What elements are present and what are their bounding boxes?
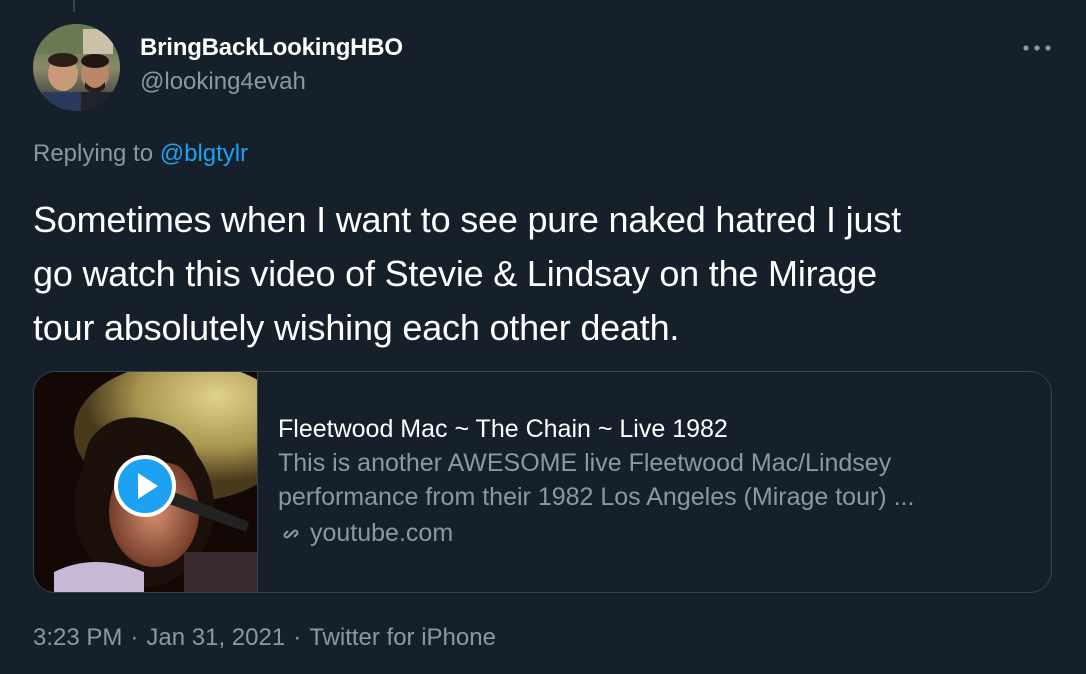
card-description-line: This is another AWESOME live Fleetwood M… [278,449,892,477]
author-handle[interactable]: @looking4evah [140,68,306,96]
tweet-text-line: Sometimes when I want to see pure naked … [33,199,901,240]
video-thumbnail[interactable] [34,372,258,592]
avatar-photo [33,24,120,111]
card-body: Fleetwood Mac ~ The Chain ~ Live 1982 Th… [278,412,1038,552]
card-description: This is another AWESOME live Fleetwood M… [278,446,1038,514]
meta-separator: · [130,624,139,651]
play-icon[interactable] [114,455,176,517]
thread-connector-line [73,0,75,12]
author-display-name[interactable]: BringBackLookingHBO [140,34,403,62]
tweet-detail: BringBackLookingHBO @looking4evah Replyi… [0,0,1086,674]
tweet-text-line: go watch this video of Stevie & Lindsay … [33,253,877,294]
replying-to: Replying to @blgtylr [33,140,248,168]
tweet-text: Sometimes when I want to see pure naked … [33,193,1043,355]
meta-separator: · [293,624,302,651]
replying-to-label: Replying to [33,140,154,167]
more-horizontal-icon[interactable] [1020,38,1054,58]
link-icon [278,520,304,546]
tweet-date[interactable]: Jan 31, 2021 [146,624,285,651]
link-preview-card[interactable]: Fleetwood Mac ~ The Chain ~ Live 1982 Th… [33,371,1052,593]
card-domain: youtube.com [278,514,1038,552]
tweet-time[interactable]: 3:23 PM [33,624,122,651]
card-domain-text: youtube.com [310,519,454,547]
card-description-line: performance from their 1982 Los Angeles … [278,483,915,511]
author-avatar[interactable] [33,24,120,111]
tweet-source[interactable]: Twitter for iPhone [309,624,496,651]
tweet-text-line: tour absolutely wishing each other death… [33,307,680,348]
tweet-meta: 3:23 PM · Jan 31, 2021 · Twitter for iPhone [33,624,496,652]
reply-mention-link[interactable]: @blgtylr [160,140,248,167]
card-title: Fleetwood Mac ~ The Chain ~ Live 1982 [278,415,728,443]
